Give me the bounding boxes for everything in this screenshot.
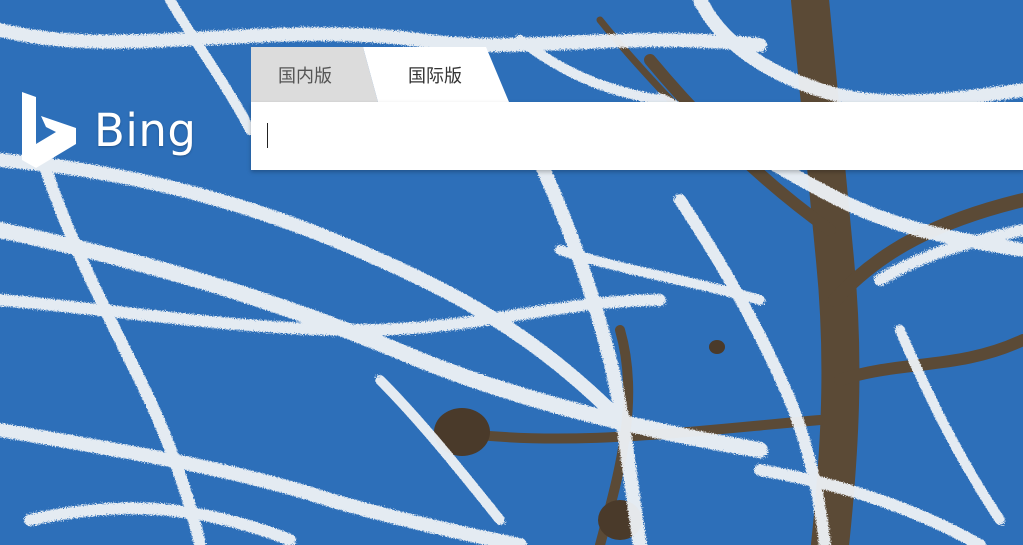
market-tabs: 国内版 国际版 xyxy=(251,47,551,102)
search-panel: 国内版 国际版 xyxy=(251,47,1023,171)
brand-name: Bing xyxy=(94,103,197,157)
tab-international-label: 国际版 xyxy=(408,65,462,87)
homepage: Bing 国内版 国际版 xyxy=(0,0,1023,545)
bing-logo-icon xyxy=(22,92,76,168)
text-caret xyxy=(267,123,268,148)
bing-logo[interactable]: Bing xyxy=(20,92,196,168)
search-input[interactable] xyxy=(267,115,1011,157)
search-box[interactable] xyxy=(251,102,1023,170)
tab-international[interactable]: 国际版 xyxy=(363,47,509,102)
tab-domestic-label: 国内版 xyxy=(278,65,332,87)
